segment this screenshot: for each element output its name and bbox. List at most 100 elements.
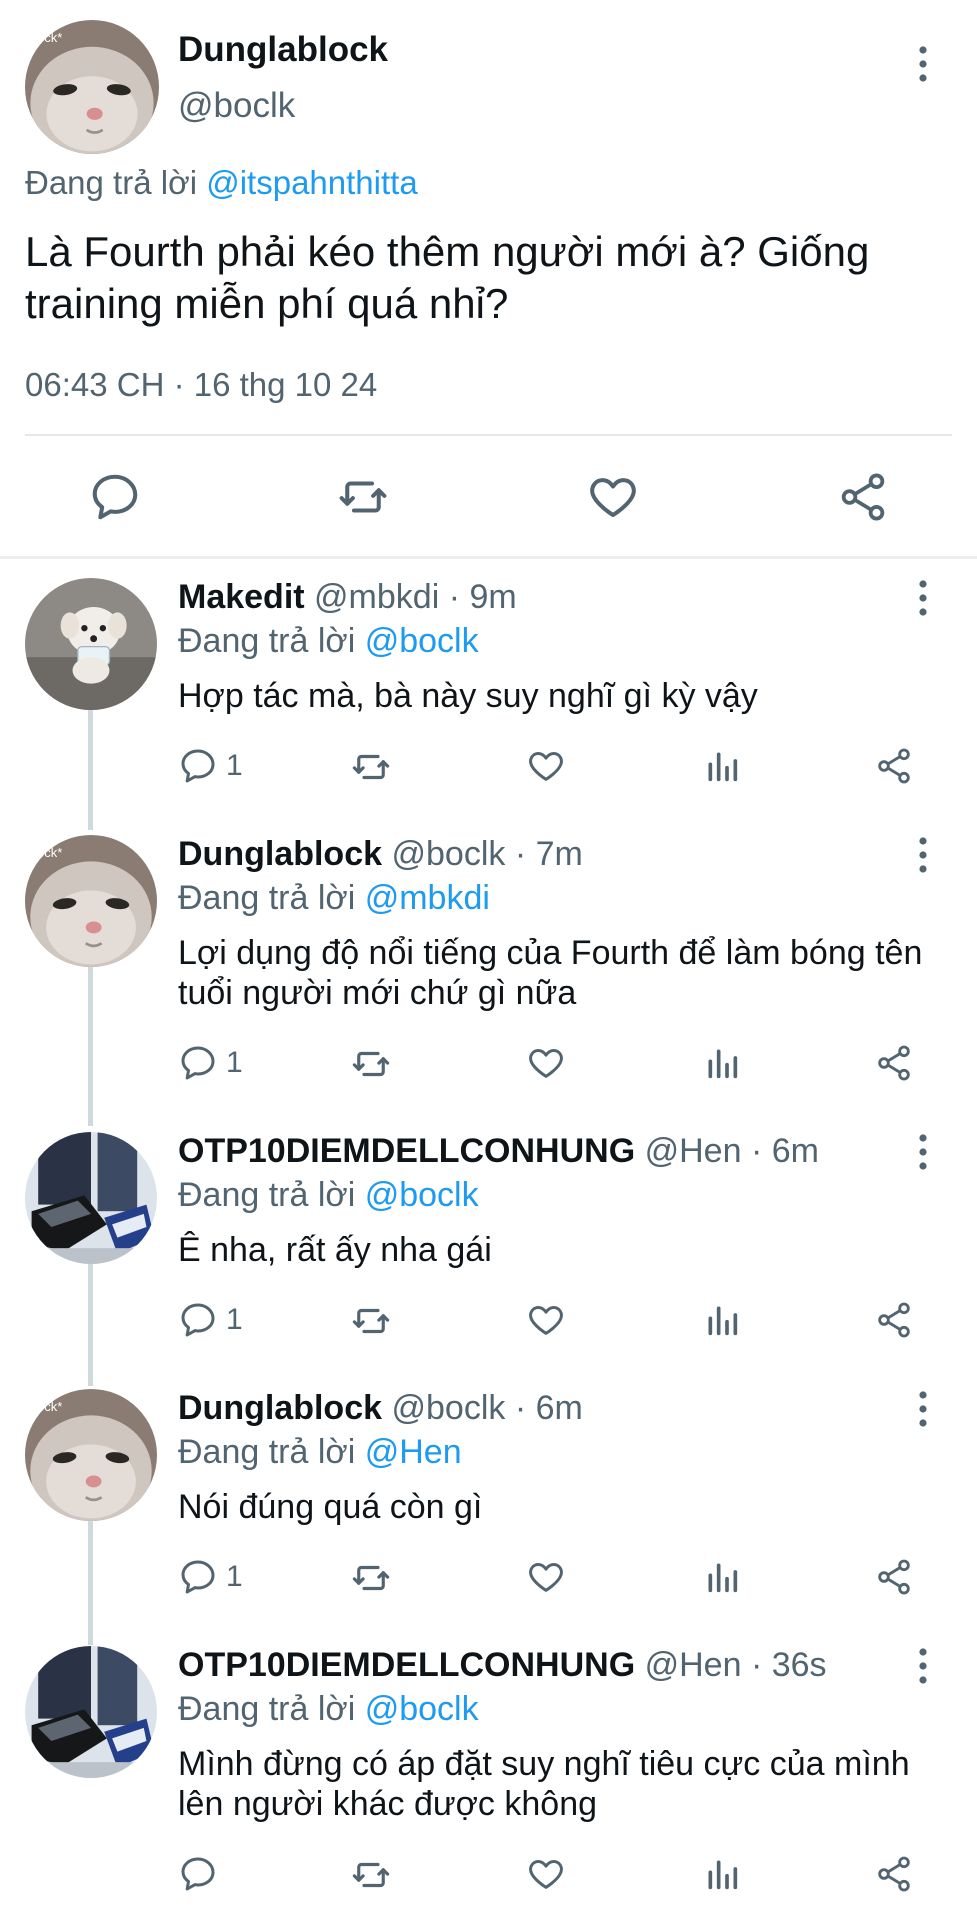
reply-time: · 6m <box>514 1389 583 1427</box>
more-options-icon[interactable] <box>918 1646 928 1686</box>
reply-count: 1 <box>226 1560 243 1593</box>
share-icon[interactable] <box>874 1300 914 1340</box>
more-options-icon[interactable] <box>918 835 928 875</box>
replying-to-prefix: Đang trả lời <box>178 1176 356 1214</box>
avatar[interactable] <box>25 1646 157 1778</box>
tweet-timestamp[interactable]: 06:43 CH · 16 thg 10 24 <box>25 366 377 404</box>
reply-text: Mình đừng có áp đặt suy nghĩ tiêu cực củ… <box>178 1745 910 1823</box>
reply-header: Dunglablock @boclk · 7m <box>178 835 583 874</box>
reply-header: Dunglablock @boclk · 6m <box>178 1389 583 1428</box>
reply-text: Nói đúng quá còn gì <box>178 1488 483 1526</box>
reply-button[interactable]: 1 <box>178 1557 243 1597</box>
stats-icon[interactable] <box>702 1043 742 1083</box>
share-icon[interactable] <box>836 470 890 524</box>
replying-to-link[interactable]: @boclk <box>365 1176 479 1214</box>
retweet-icon[interactable] <box>350 1043 392 1085</box>
replying-to-link[interactable]: @Hen <box>365 1433 462 1471</box>
avatar[interactable]: ock* <box>25 835 157 967</box>
like-icon[interactable] <box>526 1557 566 1597</box>
avatar[interactable] <box>25 578 157 710</box>
share-icon[interactable] <box>874 746 914 786</box>
reply-time: · 7m <box>514 835 583 873</box>
more-options-icon[interactable] <box>918 44 928 84</box>
replying-to: Đang trả lời @boclk <box>178 622 479 661</box>
reply-author-name[interactable]: Dunglablock <box>178 1389 382 1427</box>
replying-to: Đang trả lời @Hen <box>178 1433 462 1472</box>
more-options-icon[interactable] <box>918 1132 928 1172</box>
replying-to-prefix: Đang trả lời <box>178 1433 356 1471</box>
avatar[interactable] <box>25 1132 157 1264</box>
retweet-icon[interactable] <box>350 1557 392 1599</box>
like-icon[interactable] <box>526 1043 566 1083</box>
like-icon[interactable] <box>526 746 566 786</box>
like-icon[interactable] <box>526 1300 566 1340</box>
share-icon[interactable] <box>874 1854 914 1894</box>
reply-author-handle[interactable]: @mbkdi <box>314 578 439 616</box>
more-options-icon[interactable] <box>918 1389 928 1429</box>
reply-header: OTP10DIEMDELLCONHUNG @Hen · 6m <box>178 1132 819 1171</box>
reply-count: 1 <box>226 749 243 782</box>
reply-item[interactable]: ock* Dunglablock @boclk · 7m Đang trả lờ… <box>0 835 977 1085</box>
reply-button[interactable]: 1 <box>178 1300 243 1340</box>
reply-author-name[interactable]: OTP10DIEMDELLCONHUNG <box>178 1646 635 1684</box>
reply-time: · 6m <box>750 1132 819 1170</box>
reply-author-handle[interactable]: @Hen <box>645 1132 742 1170</box>
author-handle[interactable]: @boclk <box>178 86 295 126</box>
stats-icon[interactable] <box>702 1557 742 1597</box>
replying-to: Đang trả lời @boclk <box>178 1690 479 1729</box>
retweet-icon[interactable] <box>336 470 390 524</box>
reply-author-name[interactable]: Dunglablock <box>178 835 382 873</box>
reply-button[interactable] <box>178 1854 226 1894</box>
stats-icon[interactable] <box>702 1854 742 1894</box>
reply-author-name[interactable]: OTP10DIEMDELLCONHUNG <box>178 1132 635 1170</box>
stats-icon[interactable] <box>702 1300 742 1340</box>
reply-header: OTP10DIEMDELLCONHUNG @Hen · 36s <box>178 1646 827 1685</box>
avatar-watermark: ock* <box>37 845 63 860</box>
reply-item[interactable]: OTP10DIEMDELLCONHUNG @Hen · 36s Đang trả… <box>0 1646 977 1916</box>
reply-text: Ê nha, rất ấy nha gái <box>178 1231 492 1269</box>
retweet-icon[interactable] <box>350 1300 392 1342</box>
reply-item[interactable]: ock* Dunglablock @boclk · 6m Đang trả lờ… <box>0 1389 977 1609</box>
section-divider <box>0 556 977 559</box>
reply-button[interactable]: 1 <box>178 1043 243 1083</box>
more-options-icon[interactable] <box>918 578 928 618</box>
reply-item[interactable]: OTP10DIEMDELLCONHUNG @Hen · 6m Đang trả … <box>0 1132 977 1352</box>
reply-author-handle[interactable]: @boclk <box>391 835 505 873</box>
like-icon[interactable] <box>586 470 640 524</box>
replying-to-prefix: Đang trả lời <box>178 1690 356 1728</box>
reply-author-handle[interactable]: @boclk <box>391 1389 505 1427</box>
reply-count: 1 <box>226 1046 243 1079</box>
reply-count: 1 <box>226 1303 243 1336</box>
tweet-text: Là Fourth phải kéo thêm người mới à? Giố… <box>25 228 870 327</box>
reply-author-handle[interactable]: @Hen <box>645 1646 742 1684</box>
reply-icon[interactable] <box>88 470 142 524</box>
replying-to: Đang trả lời @boclk <box>178 1176 479 1215</box>
stats-icon[interactable] <box>702 746 742 786</box>
author-name[interactable]: Dunglablock <box>178 30 388 70</box>
retweet-icon[interactable] <box>350 1854 392 1896</box>
replying-to-prefix: Đang trả lời <box>178 879 356 917</box>
reply-author-name[interactable]: Makedit <box>178 578 305 616</box>
author-avatar[interactable]: ock* <box>25 20 159 154</box>
replying-to-prefix: Đang trả lời <box>178 622 356 660</box>
replying-to-prefix: Đang trả lời <box>25 164 198 201</box>
share-icon[interactable] <box>874 1557 914 1597</box>
reply-header: Makedit @mbkdi · 9m <box>178 578 517 617</box>
avatar-watermark: ock* <box>37 1399 63 1414</box>
replying-to-link[interactable]: @itspahnthitta <box>206 164 417 201</box>
replying-to-link[interactable]: @boclk <box>365 1690 479 1728</box>
divider <box>25 434 952 436</box>
replying-to: Đang trả lời @itspahnthitta <box>25 164 418 202</box>
like-icon[interactable] <box>526 1854 566 1894</box>
avatar[interactable]: ock* <box>25 1389 157 1521</box>
share-icon[interactable] <box>874 1043 914 1083</box>
retweet-icon[interactable] <box>350 746 392 788</box>
reply-button[interactable]: 1 <box>178 746 243 786</box>
reply-time: · 36s <box>750 1646 827 1684</box>
reply-item[interactable]: Makedit @mbkdi · 9m Đang trả lời @boclk … <box>0 578 977 798</box>
avatar-watermark: ock* <box>37 30 63 45</box>
reply-text: Hợp tác mà, bà này suy nghĩ gì kỳ vậy <box>178 677 758 715</box>
replying-to-link[interactable]: @boclk <box>365 622 479 660</box>
reply-time: · 9m <box>448 578 517 616</box>
replying-to-link[interactable]: @mbkdi <box>365 879 490 917</box>
